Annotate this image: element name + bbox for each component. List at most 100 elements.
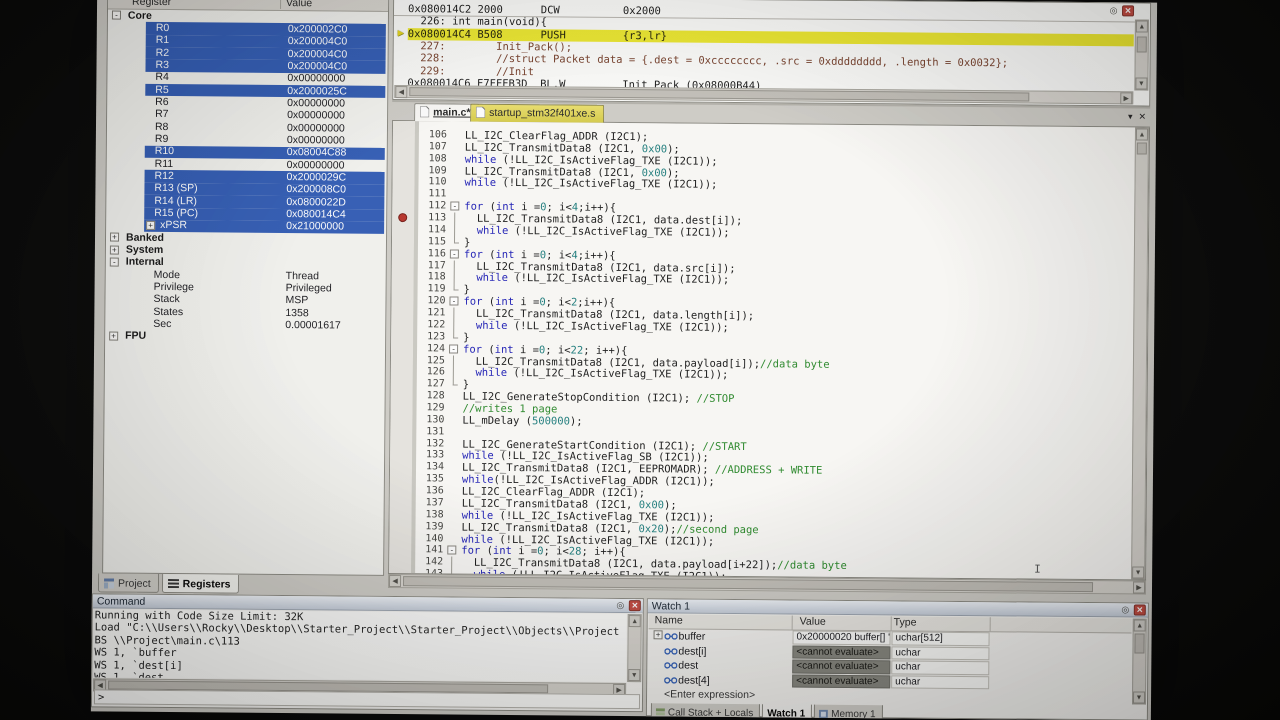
command-output: Running with Code Size Limit: 32KLoad "C… — [94, 609, 627, 682]
expand-icon[interactable]: + — [146, 221, 155, 230]
scroll-down-icon[interactable]: ▼ — [1132, 566, 1144, 578]
tree-group-row[interactable]: +FPU — [105, 330, 385, 345]
register-name: R10 — [155, 145, 174, 157]
breakpoint-icon[interactable] — [398, 213, 407, 222]
watch-col-type[interactable]: Type — [894, 616, 917, 628]
column-divider[interactable] — [280, 0, 281, 9]
collapse-icon[interactable]: - — [112, 11, 121, 20]
scroll-thumb[interactable] — [403, 576, 1093, 592]
fold-collapse-icon[interactable]: - — [447, 545, 457, 557]
register-name: R8 — [155, 120, 169, 132]
watch-glasses-icon — [664, 646, 677, 658]
line-number: 129 — [417, 402, 445, 413]
watch-type[interactable]: uchar — [891, 646, 989, 660]
register-value: 0x0800022D — [286, 196, 346, 209]
line-number: 140 — [415, 533, 443, 544]
watch-type[interactable]: uchar — [891, 660, 989, 674]
register-name: States — [153, 306, 183, 318]
register-value: 0x2000025C — [287, 85, 347, 98]
group-label: Core — [128, 9, 152, 21]
watch-glasses-icon — [664, 675, 677, 687]
expand-icon[interactable]: + — [110, 233, 119, 242]
disassembly-vscrollbar[interactable]: ▲ ▼ — [1134, 19, 1149, 90]
line-number: 125 — [417, 355, 445, 366]
chevron-down-icon[interactable]: ▾ — [1128, 111, 1133, 122]
tab-registers[interactable]: Registers — [162, 574, 239, 594]
tab-watch-1[interactable]: Watch 1 — [762, 704, 812, 720]
scroll-thumb[interactable] — [1137, 36, 1147, 52]
line-number: 135 — [416, 473, 444, 484]
pin-icon[interactable]: ◎ — [1120, 604, 1131, 615]
command-vscrollbar[interactable]: ▲ ▼ — [627, 614, 642, 682]
close-icon[interactable]: ✕ — [629, 600, 641, 611]
editor-vscrollbar[interactable]: ▲ ▼ — [1131, 127, 1149, 579]
scroll-right-icon[interactable]: ▶ — [1120, 92, 1132, 104]
register-name: R5 — [155, 83, 169, 95]
fold-collapse-icon[interactable]: - — [449, 343, 459, 355]
watch-value[interactable]: <cannot evaluate> — [792, 659, 890, 673]
tab-startup-s[interactable]: startup_stm32f401xe.s — [470, 104, 604, 123]
tab-memory1-label: Memory 1 — [831, 708, 876, 719]
watch-vscrollbar[interactable]: ▲ ▼ — [1132, 618, 1147, 704]
expand-icon[interactable]: + — [654, 630, 663, 639]
fold-collapse-icon[interactable]: - — [450, 201, 460, 213]
fold-line — [450, 260, 460, 272]
register-name: R0 — [156, 22, 170, 34]
close-icon[interactable]: ✕ — [1122, 5, 1134, 16]
pin-icon[interactable]: ◎ — [1108, 5, 1119, 16]
scroll-right-icon[interactable]: ▶ — [1133, 581, 1145, 593]
registers-icon — [168, 579, 179, 588]
line-number: 124 — [417, 343, 445, 354]
tab-call-stack-locals[interactable]: Call Stack + Locals — [651, 703, 760, 720]
register-name: R6 — [155, 96, 169, 108]
fold-line — [450, 236, 460, 248]
watch-value[interactable]: 0x20000020 buffer[] "" — [793, 630, 891, 644]
line-number: 119 — [418, 283, 446, 294]
scroll-up-icon[interactable]: ▲ — [1134, 619, 1146, 631]
watch-type[interactable]: uchar — [891, 675, 989, 689]
close-icon[interactable]: ✕ — [1139, 111, 1147, 122]
scroll-up-icon[interactable]: ▲ — [1136, 128, 1148, 140]
scroll-down-icon[interactable]: ▼ — [1133, 691, 1145, 703]
file-icon — [476, 107, 485, 118]
tab-project-label: Project — [118, 577, 151, 589]
scroll-thumb[interactable] — [1134, 633, 1144, 653]
scroll-up-icon[interactable]: ▲ — [1136, 20, 1148, 32]
tab-memory-1[interactable]: Memory 1 — [814, 705, 883, 720]
tab-project[interactable]: Project — [98, 573, 159, 593]
scroll-left-icon[interactable]: ◀ — [389, 575, 401, 587]
watch-col-value[interactable]: Value — [800, 616, 826, 628]
line-number: 108 — [419, 153, 447, 164]
watch-value[interactable]: <cannot evaluate> — [792, 645, 890, 659]
scroll-down-icon[interactable]: ▼ — [628, 669, 640, 681]
fold-collapse-icon[interactable]: - — [450, 248, 460, 260]
line-number: 132 — [416, 438, 444, 449]
register-name: R3 — [155, 59, 169, 71]
scroll-thumb[interactable] — [409, 87, 1029, 101]
register-name: R9 — [155, 133, 169, 145]
watch-type[interactable]: uchar[512] — [891, 631, 989, 645]
expand-icon[interactable]: + — [109, 331, 118, 340]
group-label: Banked — [126, 231, 164, 243]
line-number: 138 — [416, 509, 444, 520]
close-icon[interactable]: ✕ — [1134, 604, 1146, 615]
expand-icon[interactable]: + — [110, 245, 119, 254]
register-name: R7 — [155, 108, 169, 120]
scroll-left-icon[interactable]: ◀ — [395, 86, 407, 98]
line-number: 130 — [416, 414, 444, 425]
line-number: 114 — [418, 224, 446, 235]
pin-icon[interactable]: ◎ — [615, 600, 626, 611]
scroll-up-icon[interactable]: ▲ — [629, 615, 641, 627]
code-editor[interactable]: 106LL_I2C_ClearFlag_ADDR (I2C1);107LL_I2… — [388, 121, 1150, 581]
fold-collapse-icon[interactable]: - — [449, 296, 459, 308]
watch-value[interactable]: <cannot evaluate> — [792, 674, 890, 688]
watch-col-name[interactable]: Name — [655, 614, 683, 626]
line-number: 110 — [418, 177, 446, 188]
collapse-icon[interactable]: - — [110, 257, 119, 266]
fold-line — [449, 319, 459, 331]
scroll-down-icon[interactable]: ▼ — [1135, 77, 1147, 89]
scroll-thumb[interactable] — [1137, 142, 1147, 154]
line-number: 136 — [416, 485, 444, 496]
watch-glasses-icon — [665, 632, 678, 640]
code-text: } — [464, 236, 470, 248]
